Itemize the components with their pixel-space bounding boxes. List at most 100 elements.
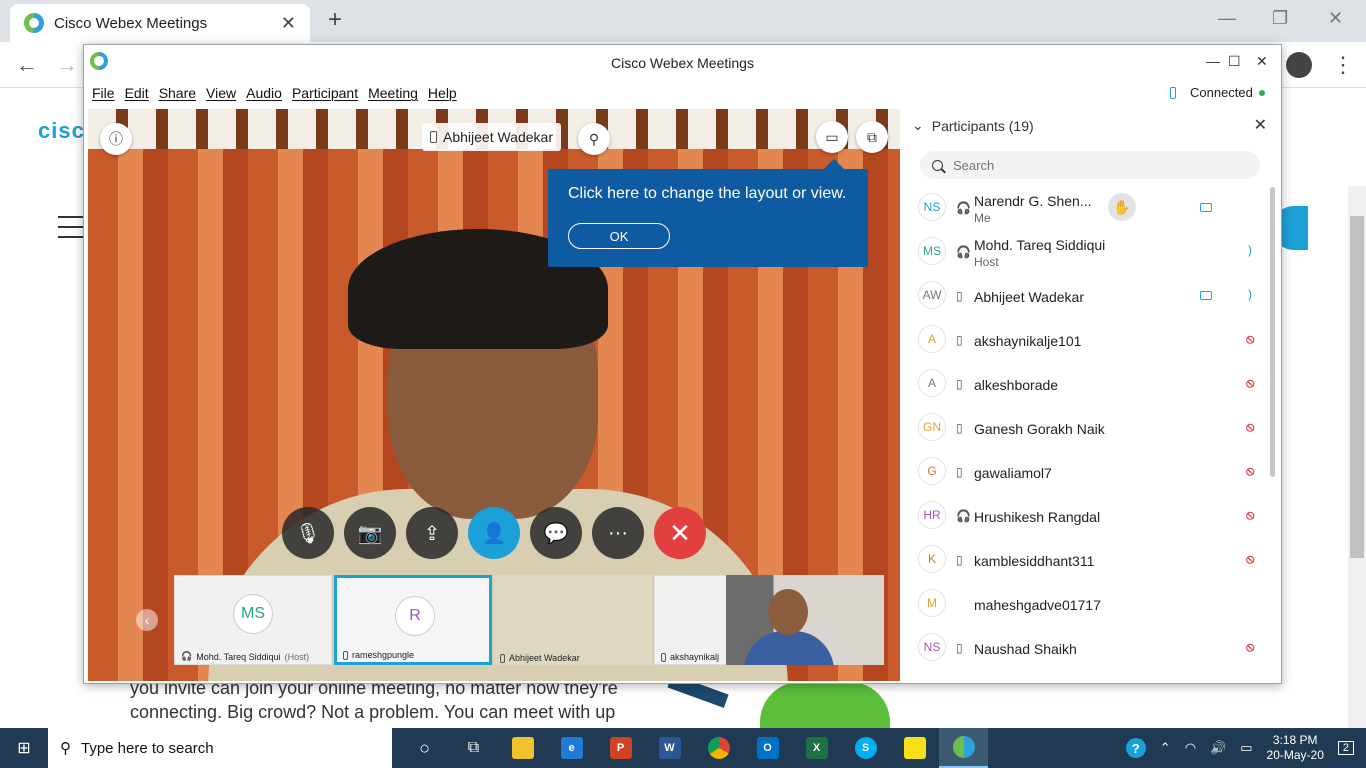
muted-mic-icon[interactable]: ⦸ xyxy=(1246,375,1254,391)
wifi-icon[interactable]: ◠ xyxy=(1185,740,1196,756)
browser-maximize-icon[interactable]: ❐ xyxy=(1272,8,1288,29)
menu-file[interactable]: File xyxy=(92,85,115,105)
phone-icon xyxy=(1170,86,1176,99)
participant-row[interactable]: G ▯ gawaliamol7 ⦸ xyxy=(918,451,1268,495)
webex-taskbar-icon[interactable] xyxy=(939,728,988,768)
menu-view[interactable]: View xyxy=(206,85,236,105)
menu-meeting[interactable]: Meeting xyxy=(368,85,418,105)
hamburger-menu-icon[interactable] xyxy=(58,216,84,238)
muted-mic-icon[interactable]: ⦸ xyxy=(1246,419,1254,435)
muted-mic-icon[interactable]: ⦸ xyxy=(1246,551,1254,567)
video-button[interactable]: 📷 xyxy=(344,507,396,559)
participant-row[interactable]: AW ▯ Abhijeet Wadekar ) xyxy=(918,275,1268,319)
search-input[interactable] xyxy=(953,157,1233,173)
thumbnail-name: akshaynikalj xyxy=(670,652,720,662)
taskbar-search[interactable]: ⚲ Type here to search xyxy=(48,728,392,768)
participant-row[interactable]: M maheshgadve01717 xyxy=(918,583,1268,627)
browser-minimize-icon[interactable]: — xyxy=(1218,8,1236,29)
participants-button[interactable]: 👤 xyxy=(468,507,520,559)
participant-row[interactable]: MS 🎧 Mohd. Tareq Siddiqui Host ) xyxy=(918,231,1268,275)
share-button[interactable]: ⇪ xyxy=(406,507,458,559)
browser-close-icon[interactable]: ✕ xyxy=(1328,8,1343,29)
chrome-icon[interactable] xyxy=(694,728,743,768)
excel-icon[interactable]: X xyxy=(792,728,841,768)
chevron-down-icon: ⌄ xyxy=(912,117,924,133)
participant-row[interactable]: NS 🎧 Narendr G. Shen... Me ✋ xyxy=(918,187,1268,231)
webex-close-button[interactable]: ✕ xyxy=(1256,53,1268,70)
menu-participant[interactable]: Participant xyxy=(292,85,358,105)
file-explorer-icon[interactable] xyxy=(498,728,547,768)
participant-row[interactable]: A ▯ alkeshborade ⦸ xyxy=(918,363,1268,407)
self-view-video[interactable] xyxy=(726,575,884,665)
task-view-icon[interactable]: ⧉ xyxy=(449,728,498,768)
muted-mic-icon[interactable]: ⦸ xyxy=(1246,507,1254,523)
avatar: AW xyxy=(918,281,946,309)
search-icon: ⚲ xyxy=(60,740,71,757)
menu-share[interactable]: Share xyxy=(159,85,196,105)
cortana-icon[interactable]: ○ xyxy=(400,728,449,768)
skype-icon[interactable]: S xyxy=(841,728,890,768)
thumbnails-prev-button[interactable]: ‹ xyxy=(136,609,158,631)
muted-mic-icon[interactable]: ⦸ xyxy=(1246,639,1254,655)
new-tab-button[interactable]: + xyxy=(328,6,342,34)
help-icon[interactable]: ? xyxy=(1125,738,1146,758)
participant-row[interactable]: NS ▯ Naushad Shaikh ⦸ xyxy=(918,627,1268,671)
webex-maximize-button[interactable]: ☐ xyxy=(1228,53,1241,70)
windows-start-icon[interactable]: ⊞ xyxy=(0,728,48,768)
profile-icon[interactable] xyxy=(1286,52,1312,78)
menu-help[interactable]: Help xyxy=(428,85,457,105)
thumbnail-rameshgpungle[interactable]: R rameshgpungle xyxy=(334,575,492,665)
participant-name: kamblesiddhant311 xyxy=(974,553,1095,569)
participant-name: Narendr G. Shen... xyxy=(974,193,1092,209)
powerpoint-icon[interactable]: P xyxy=(596,728,645,768)
participant-row[interactable]: HR 🎧 Hrushikesh Rangdal ⦸ xyxy=(918,495,1268,539)
tab-close-icon[interactable]: ✕ xyxy=(281,13,296,34)
menu-audio[interactable]: Audio xyxy=(246,85,282,105)
pin-icon[interactable]: ⚲ xyxy=(578,123,610,155)
mute-button[interactable]: 🎙 xyxy=(282,507,334,559)
page-scrollbar-thumb[interactable] xyxy=(1350,216,1364,558)
word-glyph: W xyxy=(658,737,681,759)
info-icon[interactable]: ⓘ xyxy=(100,123,132,155)
leave-button[interactable]: ✕ xyxy=(654,507,706,559)
chat-button[interactable]: 💬 xyxy=(530,507,582,559)
menu-edit[interactable]: Edit xyxy=(125,85,149,105)
video-stage[interactable]: ⓘ Abhijeet Wadekar ⚲ ▭ ⧉ Click here to c… xyxy=(88,109,900,681)
muted-mic-icon[interactable]: ⦸ xyxy=(1246,331,1254,347)
participants-header[interactable]: ⌄ Participants (19) xyxy=(912,117,1034,134)
participant-search[interactable] xyxy=(920,151,1260,179)
muted-mic-icon[interactable]: ⦸ xyxy=(1246,463,1254,479)
outlook-icon[interactable]: O xyxy=(743,728,792,768)
thumbnail-abhijeet-wadekar[interactable]: Abhijeet Wadekar xyxy=(494,575,652,665)
tooltip-ok-button[interactable]: OK xyxy=(568,223,670,249)
close-icon[interactable]: ✕ xyxy=(1254,115,1267,135)
fullscreen-icon[interactable]: ⧉ xyxy=(856,121,888,153)
layout-icon[interactable]: ▭ xyxy=(816,121,848,153)
participants-scrollbar[interactable] xyxy=(1270,187,1275,477)
video-icon xyxy=(1200,203,1212,212)
edge-icon[interactable]: e xyxy=(547,728,596,768)
raise-hand-icon[interactable]: ✋ xyxy=(1108,193,1136,221)
webex-titlebar: Cisco Webex Meetings — ☐ ✕ xyxy=(84,45,1281,81)
webex-minimize-button[interactable]: — xyxy=(1206,53,1220,69)
sticky-notes-icon[interactable] xyxy=(890,728,939,768)
browser-menu-icon[interactable]: ⋮ xyxy=(1332,52,1354,78)
display-icon[interactable]: ▭ xyxy=(1240,740,1252,756)
participant-row[interactable]: K ▯ kamblesiddhant311 ⦸ xyxy=(918,539,1268,583)
forward-button[interactable]: → xyxy=(56,52,78,78)
notifications-icon[interactable]: 2 xyxy=(1337,741,1354,755)
self-view-face xyxy=(768,589,808,635)
volume-icon[interactable]: 🔊 xyxy=(1210,740,1226,756)
chevron-up-icon[interactable]: ⌃ xyxy=(1160,740,1171,756)
participant-row[interactable]: A ▯ akshaynikalje101 ⦸ xyxy=(918,319,1268,363)
avatar: A xyxy=(918,369,946,397)
participant-name: akshaynikalje101 xyxy=(974,333,1082,349)
back-button[interactable]: ← xyxy=(16,52,38,78)
thumbnail-mohd-tareq-siddiqui[interactable]: MS 🎧 Mohd. Tareq Siddiqui (Host) xyxy=(174,575,332,665)
connection-status[interactable]: Connected xyxy=(1170,85,1265,100)
browser-tab[interactable]: Cisco Webex Meetings ✕ xyxy=(10,4,310,42)
taskbar-clock[interactable]: 3:18 PM 20-May-20 xyxy=(1267,733,1324,763)
word-icon[interactable]: W xyxy=(645,728,694,768)
participant-row[interactable]: GN ▯ Ganesh Gorakh Naik ⦸ xyxy=(918,407,1268,451)
more-button[interactable]: ··· xyxy=(592,507,644,559)
